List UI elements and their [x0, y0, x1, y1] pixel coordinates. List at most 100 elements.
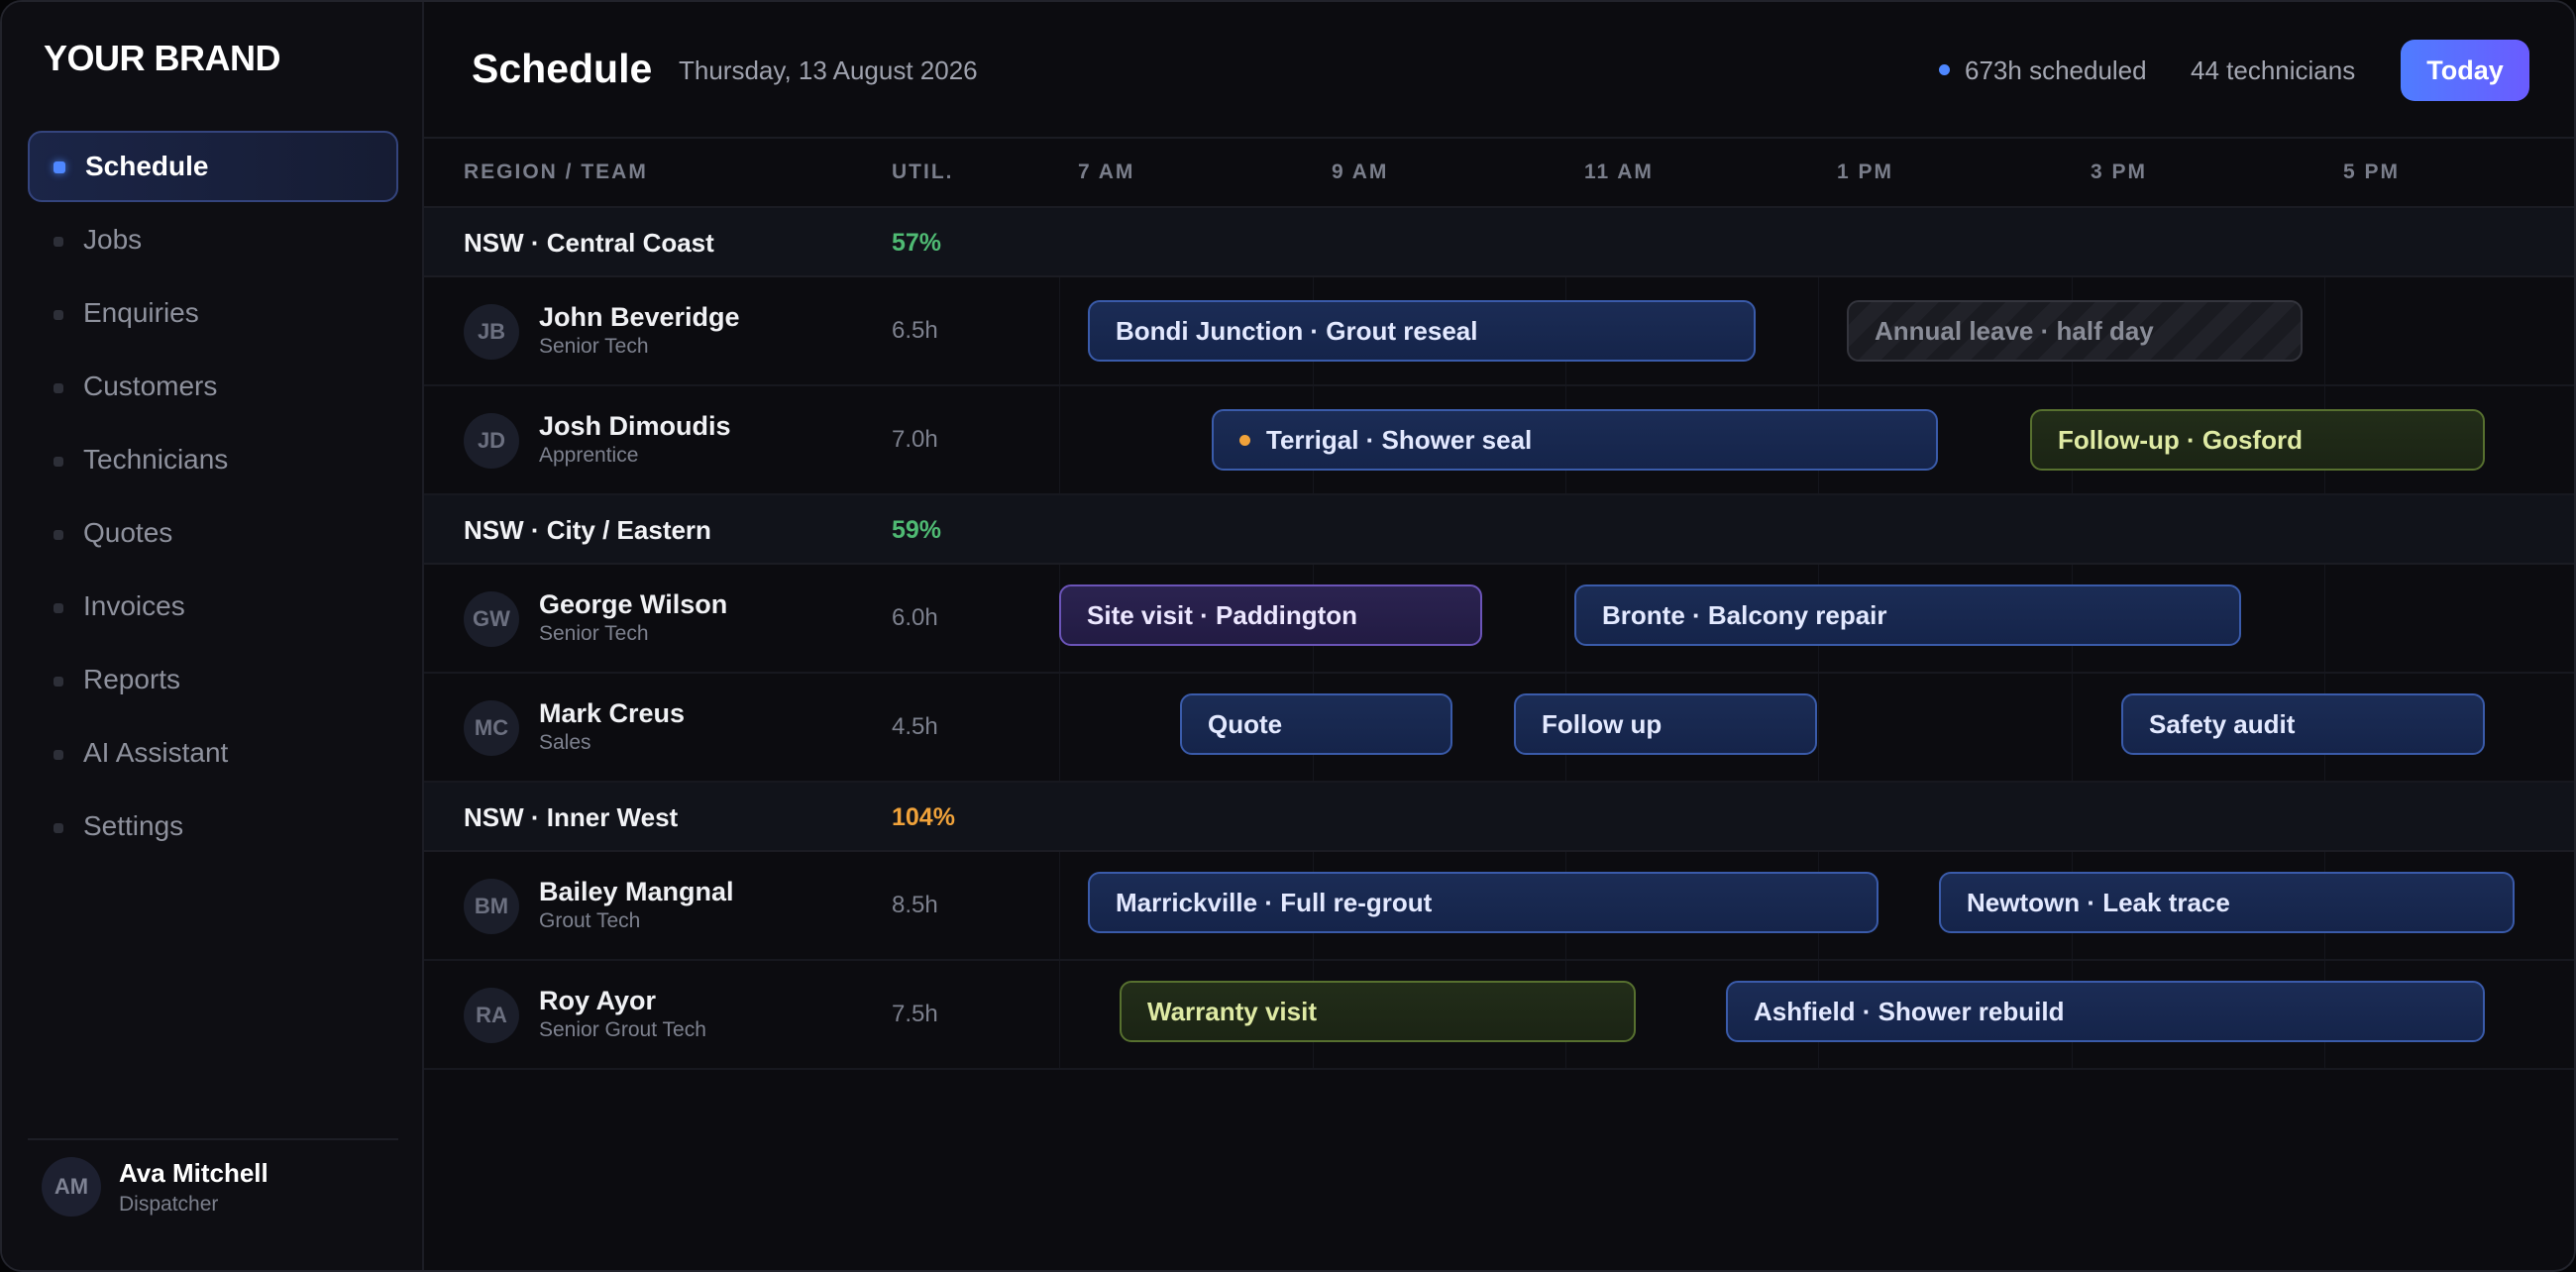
technician-row: RA Roy Ayor Senior Grout Tech 7.5h Warra…: [424, 961, 2574, 1070]
time-label: 1 PM: [1837, 160, 1894, 183]
technician-name[interactable]: Roy Ayor: [539, 986, 656, 1016]
schedule-grid: REGION / TEAM UTIL. 7 AM 9 AM 11 AM 1 PM…: [424, 139, 2574, 1270]
technician-role: Senior Tech: [539, 622, 649, 645]
group-row: NSW · City / Eastern 59%: [424, 495, 2574, 565]
bullet-icon: [54, 383, 63, 393]
technician-role: Senior Tech: [539, 335, 649, 358]
job-block[interactable]: Marrickville · Full re-grout: [1088, 872, 1878, 933]
today-button[interactable]: Today: [2401, 40, 2529, 101]
sidebar-item-label: Invoices: [83, 590, 185, 621]
scheduled-hours-stat: 673h scheduled: [1965, 55, 2147, 85]
app-window: YOUR BRAND Schedule Jobs Enquiries Custo…: [0, 0, 2576, 1272]
time-label: 9 AM: [1332, 160, 1389, 183]
page-title: Schedule: [472, 46, 653, 91]
technician-row: JD Josh Dimoudis Apprentice 7.0h Terriga…: [424, 386, 2574, 495]
bullet-icon: [54, 603, 63, 613]
technician-role: Senior Grout Tech: [539, 1018, 706, 1041]
sidebar-item-label: Reports: [83, 664, 181, 694]
user-info: Ava Mitchell Dispatcher: [119, 1158, 268, 1217]
group-name: NSW · Inner West: [464, 802, 679, 832]
bullet-icon: [54, 750, 63, 760]
warning-dot-icon: [1239, 434, 1250, 446]
warranty-block[interactable]: Warranty visit: [1120, 981, 1636, 1042]
avatar: RA: [464, 988, 519, 1043]
sidebar-item-ai-assistant[interactable]: AI Assistant: [28, 717, 398, 789]
page-date: Thursday, 13 August 2026: [679, 55, 978, 85]
sidebar-item-invoices[interactable]: Invoices: [28, 571, 398, 642]
technician-count-stat: 44 technicians: [2191, 55, 2356, 85]
job-label: Safety audit: [2149, 708, 2296, 739]
job-label: Bronte · Balcony repair: [1602, 599, 1887, 630]
job-label: Terrigal · Shower seal: [1266, 424, 1533, 455]
sidebar-item-enquiries[interactable]: Enquiries: [28, 277, 398, 349]
divider: [28, 1138, 398, 1140]
technician-role: Apprentice: [539, 444, 639, 467]
user-name: Ava Mitchell: [119, 1157, 268, 1188]
time-label: 5 PM: [2343, 160, 2401, 183]
bullet-icon: [54, 457, 63, 467]
page-header: Schedule Thursday, 13 August 2026 673h s…: [424, 2, 2574, 139]
visit-label: Site visit · Paddington: [1087, 599, 1358, 630]
job-block[interactable]: Newtown · Leak trace: [1939, 872, 2515, 933]
technician-hours: 6.5h: [892, 317, 938, 344]
sidebar-item-label: Jobs: [83, 224, 143, 255]
job-block[interactable]: Bondi Junction · Grout reseal: [1088, 300, 1756, 362]
technician-name[interactable]: Mark Creus: [539, 698, 685, 729]
group-name: NSW · Central Coast: [464, 228, 714, 258]
job-block[interactable]: Terrigal · Shower seal: [1212, 409, 1938, 471]
job-label: Ashfield · Shower rebuild: [1754, 996, 2065, 1026]
column-header-row: REGION / TEAM UTIL. 7 AM 9 AM 11 AM 1 PM…: [424, 139, 2574, 208]
user-profile[interactable]: AM Ava Mitchell Dispatcher: [42, 1157, 268, 1217]
job-label: Newtown · Leak trace: [1967, 887, 2230, 917]
technician-row: JB John Beveridge Senior Tech 6.5h Bondi…: [424, 277, 2574, 386]
brand-logo[interactable]: YOUR BRAND: [44, 38, 281, 79]
time-label: 3 PM: [2091, 160, 2148, 183]
avatar: MC: [464, 700, 519, 756]
sidebar-item-label: AI Assistant: [83, 737, 229, 768]
safety-audit-block[interactable]: Safety audit: [2121, 693, 2485, 755]
user-role: Dispatcher: [119, 1192, 219, 1216]
sidebar-item-technicians[interactable]: Technicians: [28, 424, 398, 495]
time-label: 7 AM: [1078, 160, 1135, 183]
sidebar-item-jobs[interactable]: Jobs: [28, 204, 398, 275]
avatar: BM: [464, 879, 519, 934]
group-utilization: 104%: [892, 803, 955, 831]
avatar: AM: [42, 1157, 101, 1217]
technician-row: GW George Wilson Senior Tech 6.0h Site v…: [424, 565, 2574, 674]
group-row: NSW · Inner West 104%: [424, 783, 2574, 852]
sidebar-item-reports[interactable]: Reports: [28, 644, 398, 715]
job-label: Follow up: [1542, 708, 1663, 739]
job-label: Quote: [1208, 708, 1283, 739]
technician-role: Sales: [539, 731, 591, 754]
sidebar-item-quotes[interactable]: Quotes: [28, 497, 398, 569]
group-utilization: 59%: [892, 516, 942, 544]
technician-role: Grout Tech: [539, 909, 641, 932]
status-dot-icon: [1939, 64, 1950, 75]
leave-block[interactable]: Annual leave · half day: [1847, 300, 2303, 362]
followup-label: Warranty visit: [1147, 996, 1317, 1026]
group-row: NSW · Central Coast 57%: [424, 208, 2574, 277]
bullet-icon: [54, 677, 63, 687]
sidebar-item-label: Schedule: [85, 151, 209, 181]
technician-hours: 8.5h: [892, 892, 938, 918]
follow-up-block[interactable]: Follow up: [1514, 693, 1817, 755]
group-name: NSW · City / Eastern: [464, 515, 711, 545]
quote-block[interactable]: Quote: [1180, 693, 1452, 755]
technician-name[interactable]: Bailey Mangnal: [539, 877, 734, 907]
technician-name[interactable]: John Beveridge: [539, 302, 740, 333]
site-visit-block[interactable]: Site visit · Paddington: [1059, 584, 1482, 646]
job-label: Marrickville · Full re-grout: [1116, 887, 1433, 917]
job-block[interactable]: Ashfield · Shower rebuild: [1726, 981, 2485, 1042]
sidebar-item-schedule[interactable]: Schedule: [28, 131, 398, 202]
sidebar-item-customers[interactable]: Customers: [28, 351, 398, 422]
bullet-icon: [54, 310, 63, 320]
job-block[interactable]: Bronte · Balcony repair: [1574, 584, 2241, 646]
followup-block[interactable]: Follow-up · Gosford: [2030, 409, 2485, 471]
sidebar-item-settings[interactable]: Settings: [28, 791, 398, 862]
avatar: JB: [464, 304, 519, 360]
sidebar: YOUR BRAND Schedule Jobs Enquiries Custo…: [2, 2, 424, 1270]
technician-name[interactable]: George Wilson: [539, 589, 727, 620]
technician-name[interactable]: Josh Dimoudis: [539, 411, 731, 442]
active-dot-icon: [54, 161, 65, 173]
avatar: GW: [464, 591, 519, 647]
